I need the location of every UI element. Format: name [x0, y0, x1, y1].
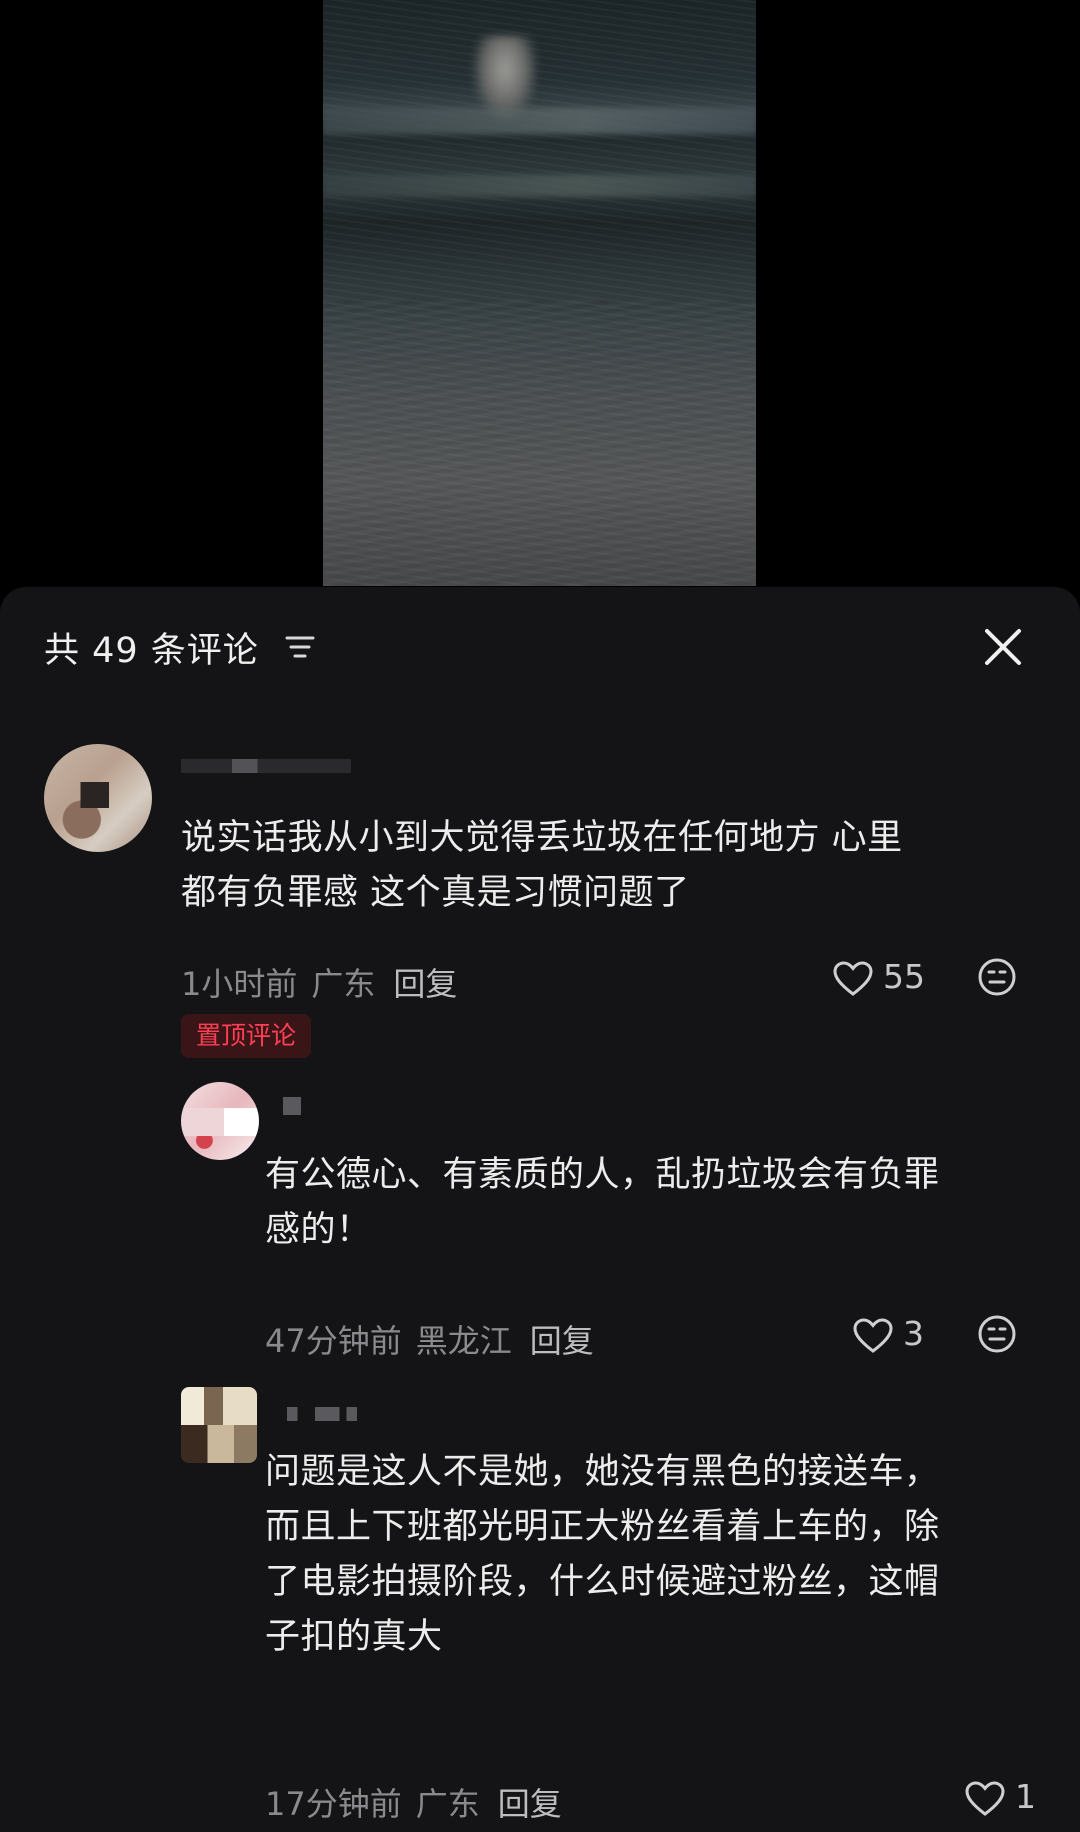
reply-item: 有公德心、有素质的人，乱扔垃圾会有负罪 感的！ 47分钟前 黑龙江 回复 3: [0, 1067, 1080, 1377]
comment-meta: 17分钟前 广东 回复: [265, 1779, 562, 1825]
comment-time: 1小时前: [181, 965, 298, 1003]
heart-icon: [853, 1317, 893, 1353]
username-redacted[interactable]: [287, 1407, 357, 1421]
video-frame-ledge: [323, 175, 756, 197]
comment-text: 有公德心、有素质的人，乱扔垃圾会有负罪 感的！: [265, 1155, 940, 1250]
emoji-icon[interactable]: [977, 957, 1017, 997]
video-frame-ledge: [323, 108, 756, 134]
comment-location: 黑龙江: [415, 1322, 512, 1360]
heart-icon: [833, 960, 873, 996]
reply-button[interactable]: 回复: [393, 965, 457, 1003]
like-count: 1: [1015, 1777, 1036, 1816]
video-frame-figure: [473, 36, 537, 120]
comment-location: 广东: [415, 1785, 480, 1823]
avatar[interactable]: [181, 1387, 257, 1463]
like-count: 55: [883, 957, 925, 996]
comment-text: 问题是这人不是她，她没有黑色的接送车， 而且上下班都光明正大粉丝看着上车的，除 …: [265, 1452, 940, 1657]
avatar[interactable]: [181, 1082, 259, 1160]
comment-time: 47分钟前: [265, 1322, 402, 1360]
username-redacted[interactable]: [181, 759, 351, 773]
comment-panel: 共 49 条评论 说实话我从小到大觉得丢垃圾在任何地方 心里 都有负罪感 这个真…: [0, 587, 1080, 1832]
pinned-comment-badge: 置顶评论: [181, 1014, 312, 1058]
comment-meta: 1小时前 广东 回复: [181, 959, 457, 1005]
like-count: 3: [903, 1314, 924, 1353]
avatar[interactable]: [44, 744, 152, 852]
comment-meta: 47分钟前 黑龙江 回复: [265, 1316, 594, 1362]
like-button[interactable]: 3: [853, 1314, 924, 1354]
like-button[interactable]: 55: [833, 957, 925, 997]
reply-button[interactable]: 回复: [530, 1322, 594, 1360]
reply-button[interactable]: 回复: [498, 1785, 562, 1823]
username-redacted[interactable]: [283, 1097, 301, 1115]
like-button[interactable]: 1: [965, 1777, 1036, 1817]
comment-location: 广东: [311, 965, 376, 1003]
comment-item: 说实话我从小到大觉得丢垃圾在任何地方 心里 都有负罪感 这个真是习惯问题了 1小…: [0, 587, 1080, 1067]
comment-time: 17分钟前: [265, 1785, 402, 1823]
video-player[interactable]: [323, 0, 756, 586]
reply-item: 问题是这人不是她，她没有黑色的接送车， 而且上下班都光明正大粉丝看着上车的，除 …: [0, 1377, 1080, 1832]
heart-icon: [965, 1780, 1005, 1816]
video-frame-ground: [323, 300, 756, 586]
emoji-icon[interactable]: [977, 1314, 1017, 1354]
comment-text: 说实话我从小到大觉得丢垃圾在任何地方 心里 都有负罪感 这个真是习惯问题了: [181, 818, 903, 913]
